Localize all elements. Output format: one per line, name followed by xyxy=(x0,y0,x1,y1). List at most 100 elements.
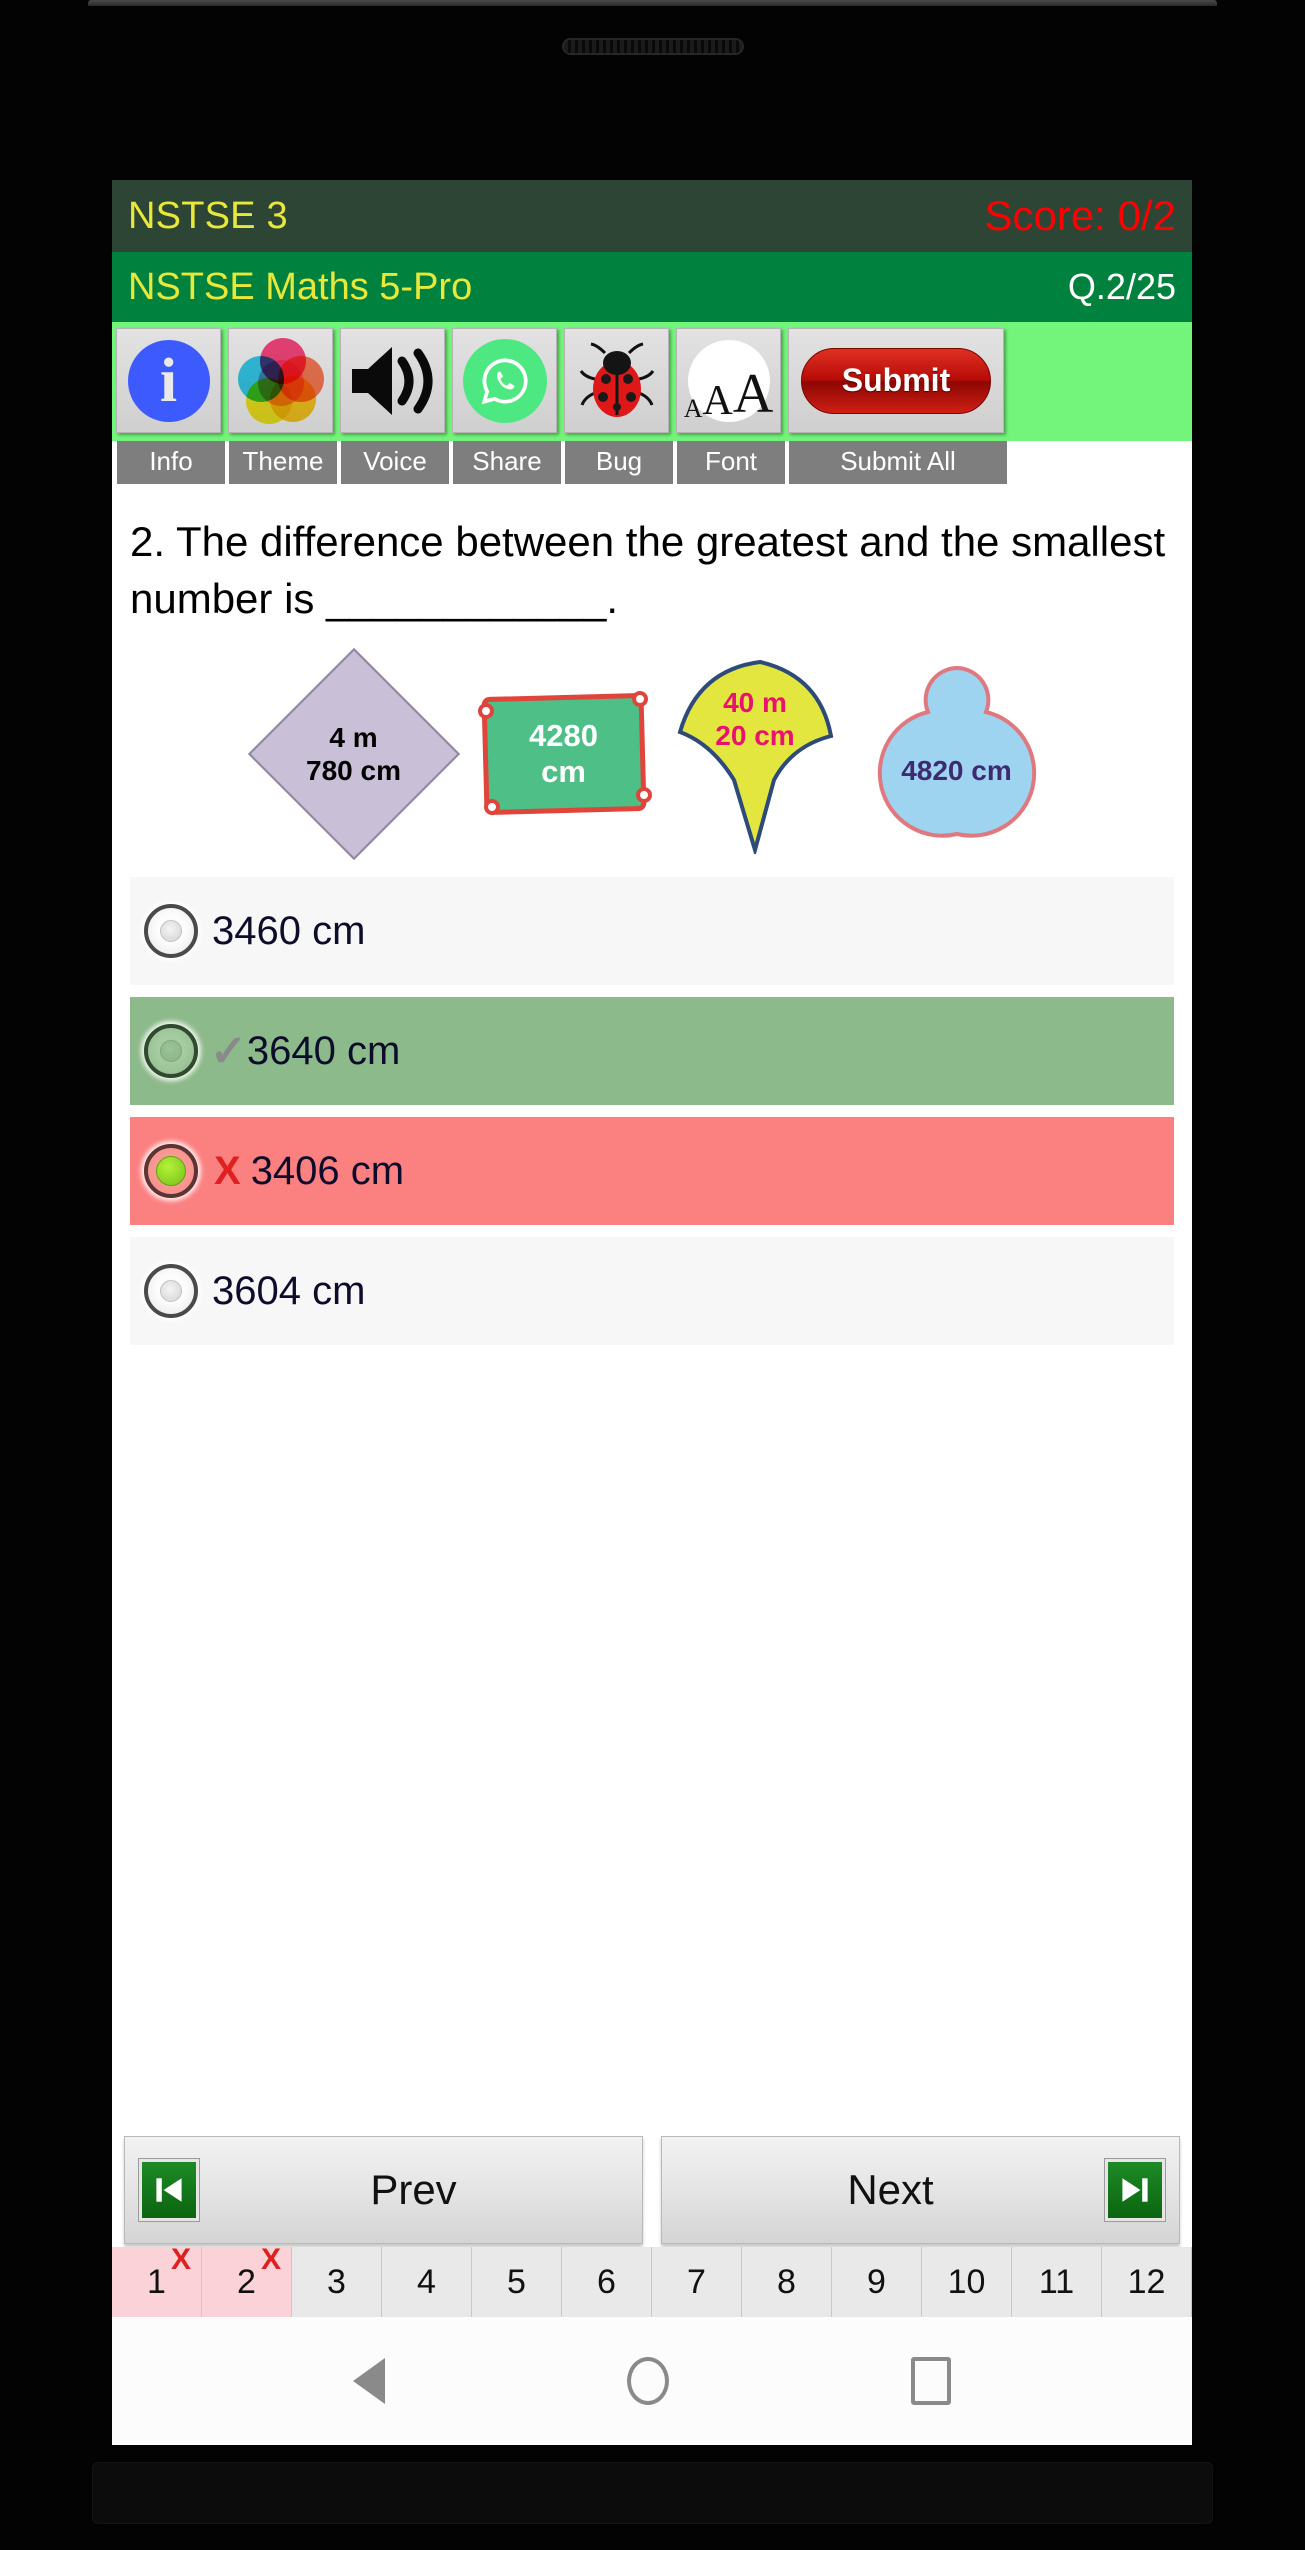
question-figure: 4 m 780 cm 4280 cm 40 m 20 cm 4820 cm xyxy=(130,648,1174,861)
question-number-3[interactable]: 3 xyxy=(292,2247,382,2317)
question-number-7[interactable]: 7 xyxy=(652,2247,742,2317)
toolbar-labels: Info Theme Voice Share Bug Font Submit A… xyxy=(112,441,1192,484)
question-text: 2. The difference between the greatest a… xyxy=(130,518,1166,622)
correct-tick-icon: ✓ xyxy=(210,1026,247,1076)
navigation-buttons: Prev Next xyxy=(112,2136,1192,2244)
figure-shape-diamond: 4 m 780 cm xyxy=(247,648,460,861)
option-radio-1[interactable] xyxy=(144,904,198,959)
toolbar-item-font[interactable]: AAA xyxy=(676,328,781,433)
question-number-4[interactable]: 4 xyxy=(382,2247,472,2317)
theme-button[interactable] xyxy=(228,328,333,433)
option-row-1[interactable]: 3460 cm xyxy=(130,877,1174,986)
submit-button[interactable]: Submit xyxy=(801,347,991,414)
next-button[interactable]: Next xyxy=(661,2136,1180,2244)
question-number-6[interactable]: 6 xyxy=(562,2247,652,2317)
device-bottom-bezel xyxy=(92,2462,1213,2524)
next-button-label: Next xyxy=(847,2166,934,2213)
question-number-label: 6 xyxy=(597,2262,616,2301)
toolbar-label-voice[interactable]: Voice xyxy=(341,441,449,484)
question-number-11[interactable]: 11 xyxy=(1012,2247,1102,2317)
font-size-medium: A xyxy=(702,377,733,424)
quad-corner-knob xyxy=(631,691,648,708)
wrong-cross-icon: X xyxy=(214,1148,241,1193)
quad-corner-knob xyxy=(483,799,500,816)
back-triangle-icon[interactable] xyxy=(353,2358,385,2404)
font-button[interactable]: AAA xyxy=(676,328,781,433)
theme-icon xyxy=(237,337,324,424)
toolbar-item-info[interactable]: i xyxy=(116,328,221,433)
question-number-10[interactable]: 10 xyxy=(922,2247,1012,2317)
device-frame: NSTSE 3 Score: 0/2 NSTSE Maths 5-Pro Q.2… xyxy=(0,0,1305,2550)
question-number-8[interactable]: 8 xyxy=(742,2247,832,2317)
android-navigation-bar xyxy=(112,2317,1192,2445)
score-display: Score: 0/2 xyxy=(984,192,1176,239)
share-button[interactable] xyxy=(452,328,557,433)
toolbar-item-bug[interactable] xyxy=(564,328,669,433)
prev-button-label: Prev xyxy=(370,2166,457,2213)
info-button[interactable]: i xyxy=(116,328,221,433)
prev-button[interactable]: Prev xyxy=(124,2136,643,2244)
skip-next-icon xyxy=(1104,2158,1166,2222)
recents-square-icon[interactable] xyxy=(911,2357,951,2405)
toolbar-label-share[interactable]: Share xyxy=(453,441,561,484)
question-wrong-marker: X xyxy=(260,2243,281,2276)
font-size-large: A xyxy=(732,363,774,426)
option-label-3: 3406 cm xyxy=(250,1148,405,1193)
question-number-5[interactable]: 5 xyxy=(472,2247,562,2317)
ladybug-icon xyxy=(575,339,659,423)
option-row-4[interactable]: 3604 cm xyxy=(130,1237,1174,1346)
toolbar-label-font[interactable]: Font xyxy=(677,441,785,484)
question-number-label: 8 xyxy=(777,2262,796,2301)
question-number-strip: 1 X 2 X 3 4 5 6 7 8 9 10 11 12 xyxy=(112,2243,1192,2317)
device-top-bezel xyxy=(88,0,1217,6)
figure-shape-quadrilateral: 4280 cm xyxy=(474,679,654,829)
question-number-label: 12 xyxy=(1127,2262,1166,2301)
home-circle-icon[interactable] xyxy=(627,2357,669,2405)
whatsapp-icon xyxy=(462,338,547,423)
exam-title: NSTSE Maths 5-Pro xyxy=(128,265,473,308)
question-counter: Q.2/25 xyxy=(1067,266,1176,307)
bug-button[interactable] xyxy=(564,328,669,433)
question-number-label: 10 xyxy=(947,2262,986,2301)
toolbar-label-theme[interactable]: Theme xyxy=(229,441,337,484)
question-number-label: 11 xyxy=(1038,2262,1075,2301)
question-number-label: 5 xyxy=(507,2262,526,2301)
cloud-shape xyxy=(877,665,1036,838)
answer-options: 3460 cm ✓ 3640 cm X 3406 cm 3604 cm xyxy=(112,877,1192,1346)
submit-button-container[interactable]: Submit xyxy=(788,328,1004,433)
toolbar-item-submit[interactable]: Submit xyxy=(788,328,1004,433)
app-title: NSTSE 3 xyxy=(128,194,288,237)
score-bar: NSTSE 3 Score: 0/2 xyxy=(112,180,1192,252)
voice-button[interactable] xyxy=(340,328,445,433)
toolbar-item-share[interactable] xyxy=(452,328,557,433)
quadrilateral-shape xyxy=(480,693,647,816)
question-number-9[interactable]: 9 xyxy=(832,2247,922,2317)
speaker-grille xyxy=(561,38,744,55)
question-number-1[interactable]: 1X xyxy=(112,2243,202,2317)
option-radio-2[interactable] xyxy=(144,1024,198,1079)
option-row-3[interactable]: X 3406 cm xyxy=(130,1117,1174,1226)
diamond-shape xyxy=(247,648,460,861)
toolbar-item-theme[interactable] xyxy=(228,328,333,433)
option-radio-4[interactable] xyxy=(144,1264,198,1319)
question-number-2[interactable]: 2X xyxy=(202,2243,292,2317)
question-number-12[interactable]: 12 xyxy=(1102,2247,1192,2317)
skip-previous-icon xyxy=(138,2158,200,2222)
toolbar-label-submit-all[interactable]: Submit All xyxy=(789,441,1007,484)
exam-bar: NSTSE Maths 5-Pro Q.2/25 xyxy=(112,252,1192,322)
toolbar-label-info[interactable]: Info xyxy=(117,441,225,484)
toolbar-item-voice[interactable] xyxy=(340,328,445,433)
toolbar-label-bug[interactable]: Bug xyxy=(565,441,673,484)
font-size-icon: AAA xyxy=(684,339,774,426)
option-radio-3[interactable] xyxy=(144,1144,198,1199)
speaker-icon xyxy=(348,343,438,419)
question-number-label: 1 xyxy=(147,2262,166,2301)
font-size-small: A xyxy=(683,393,703,423)
fan-shape xyxy=(677,660,833,855)
question-wrong-marker: X xyxy=(170,2243,191,2276)
figure-shape-fan: 40 m 20 cm xyxy=(668,654,843,855)
info-icon: i xyxy=(127,339,210,422)
option-row-2[interactable]: ✓ 3640 cm xyxy=(130,997,1174,1106)
quad-corner-knob xyxy=(477,703,494,720)
figure-shape-cloud: 4820 cm xyxy=(857,662,1057,847)
